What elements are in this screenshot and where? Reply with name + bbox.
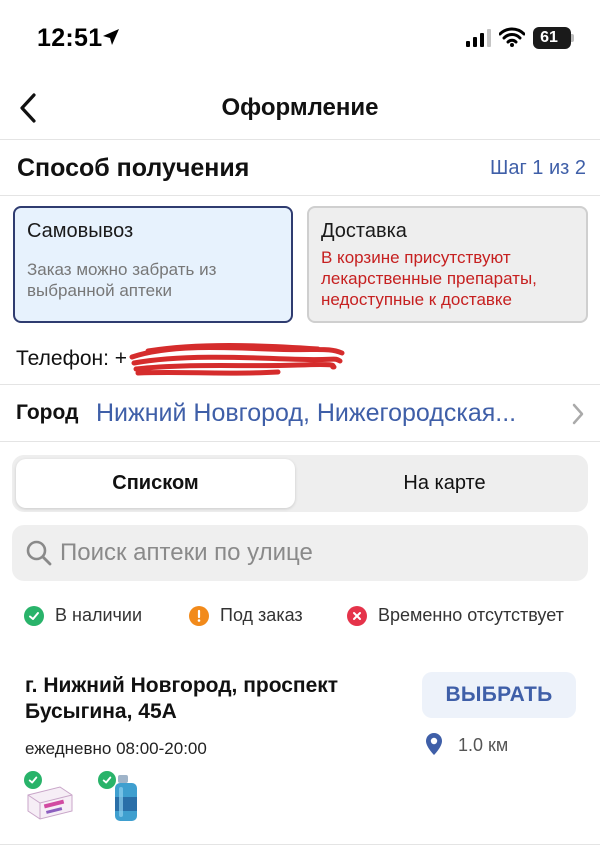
battery-cap — [571, 34, 574, 42]
pharmacy-address: г. Нижний Новгород, проспект Бусыгина, 4… — [25, 674, 339, 723]
section-title: Способ получения — [17, 154, 250, 182]
city-row[interactable]: Город Нижний Новгород, Нижегородская... — [0, 386, 600, 442]
pharmacy-distance: 1.0 км — [458, 735, 509, 755]
pickup-option-title: Самовывоз — [27, 220, 134, 242]
chevron-right-icon — [572, 403, 584, 425]
search-input[interactable] — [60, 525, 580, 581]
search-icon — [26, 540, 52, 566]
cellular-signal-icon — [466, 29, 491, 47]
redaction-scribble — [129, 343, 345, 376]
cross-icon — [347, 605, 367, 626]
product-thumbnail — [24, 771, 80, 823]
pickup-option-description: Заказ можно забрать из выбранной аптеки — [27, 260, 217, 300]
phone-row: Телефон: + — [0, 335, 600, 385]
view-toggle: Списком На карте — [12, 455, 588, 512]
legend-label: Временно отсутствует — [378, 605, 564, 625]
check-icon — [24, 605, 44, 626]
city-label: Город — [16, 401, 79, 424]
delivery-option-warning: В корзине присутствуют лекарственные пре… — [321, 248, 537, 309]
delivery-option-title: Доставка — [321, 220, 407, 242]
legend-label: Под заказ — [220, 605, 303, 625]
legend-label: В наличии — [55, 605, 143, 625]
search-bar — [12, 525, 588, 581]
legend-in-stock: В наличии — [24, 605, 142, 626]
check-icon — [24, 771, 42, 789]
choose-pharmacy-button[interactable]: ВЫБРАТЬ — [422, 672, 576, 718]
navigation-bar: Оформление — [0, 80, 600, 140]
pharmacy-hours: ежедневно 08:00-20:00 — [25, 739, 207, 758]
tab-list[interactable]: Списком — [16, 459, 295, 508]
product-thumbnail — [98, 771, 154, 823]
delivery-option-card[interactable]: Доставка В корзине присутствуют лекарств… — [307, 206, 588, 323]
phone-label: Телефон: + — [16, 347, 128, 370]
status-bar: 12:51 61 — [0, 0, 600, 78]
wifi-icon — [499, 27, 525, 47]
step-indicator: Шаг 1 из 2 — [489, 157, 586, 179]
map-pin-icon — [426, 733, 442, 755]
legend-on-order: Под заказ — [189, 605, 303, 626]
pickup-option-card[interactable]: Самовывоз Заказ можно забрать из выбранн… — [13, 206, 293, 323]
tab-map[interactable]: На карте — [305, 459, 584, 508]
legend-unavailable: Временно отсутствует — [347, 605, 564, 626]
pharmacy-list-item: г. Нижний Новгород, проспект Бусыгина, 4… — [0, 665, 600, 845]
city-value: Нижний Новгород, Нижегородская... — [96, 399, 517, 427]
battery-icon: 61 — [533, 27, 571, 49]
exclamation-icon — [189, 605, 209, 626]
location-arrow-icon — [103, 29, 119, 45]
page-title: Оформление — [221, 94, 379, 121]
section-header: Способ получения Шаг 1 из 2 — [0, 141, 600, 196]
check-icon — [98, 771, 116, 789]
availability-legend: В наличии Под заказ Временно отсутствует — [0, 605, 600, 635]
status-time: 12:51 — [37, 24, 103, 52]
battery-level: 61 — [540, 29, 558, 46]
